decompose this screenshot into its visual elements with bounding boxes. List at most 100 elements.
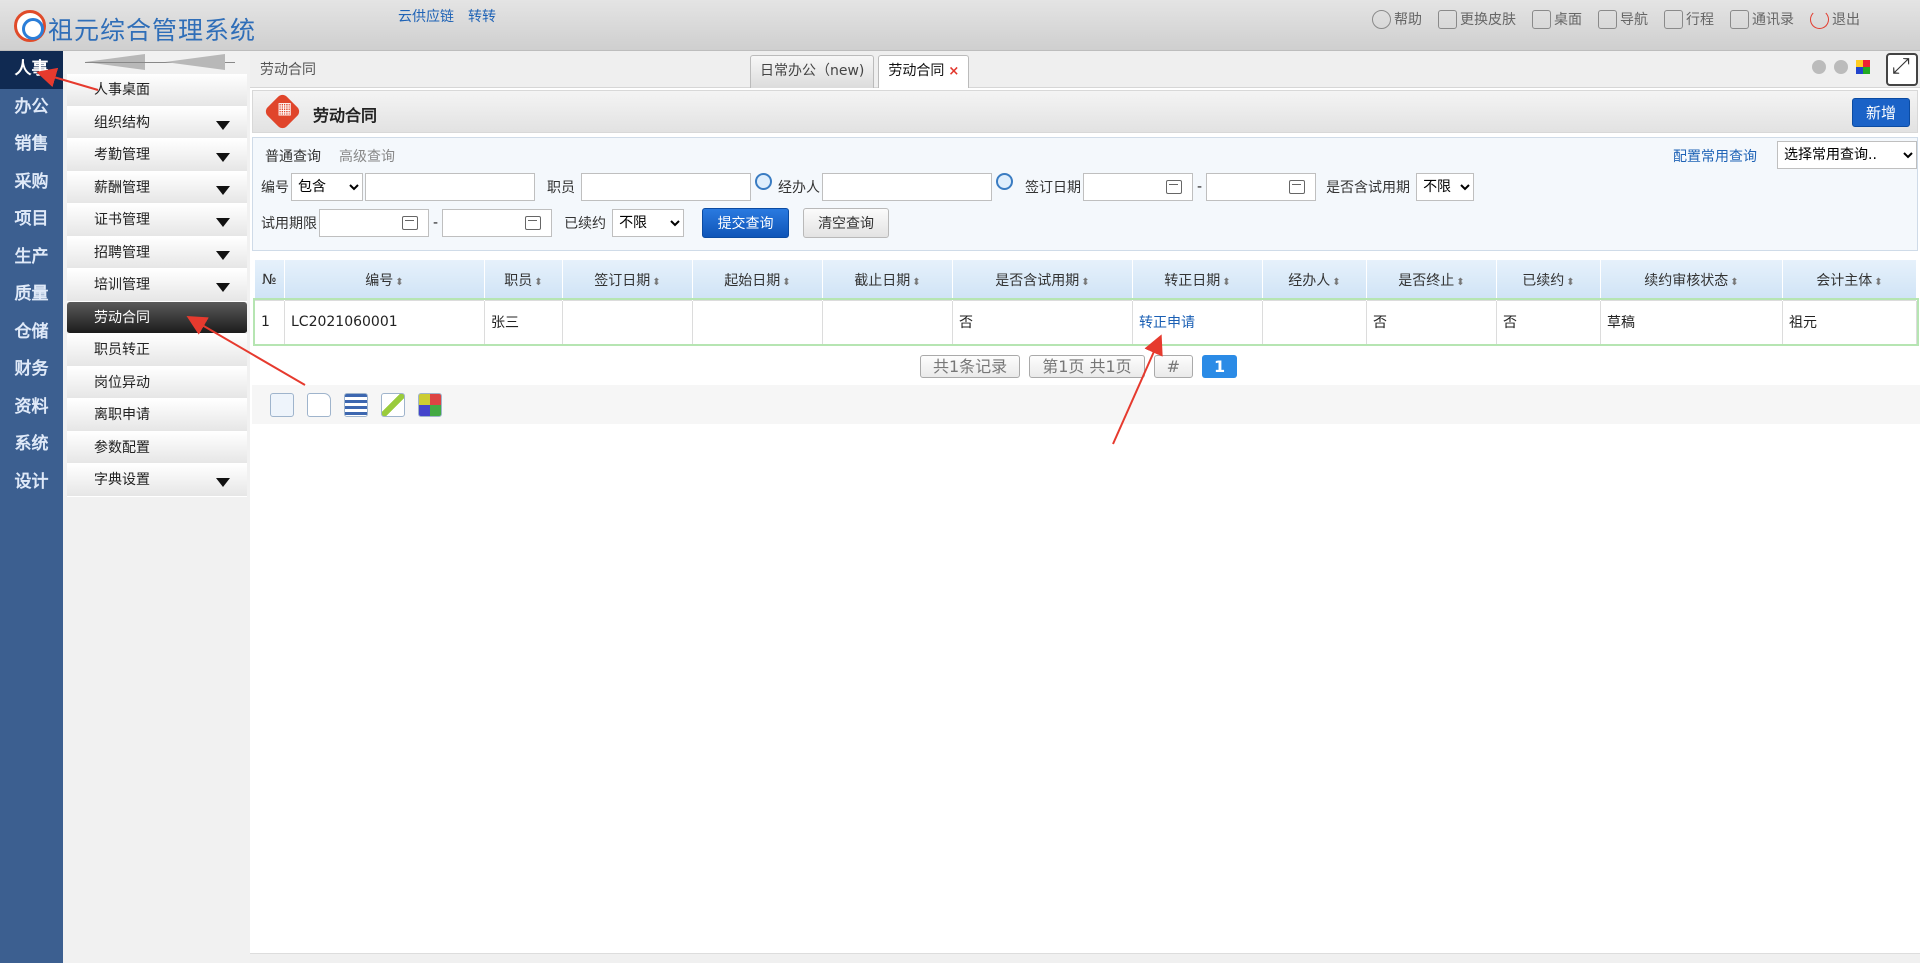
- trial-limit-end-field[interactable]: [442, 209, 553, 237]
- table-icon[interactable]: [344, 392, 368, 417]
- tab-labor-contract[interactable]: 劳动合同 ×: [878, 55, 970, 88]
- sort-icon[interactable]: ⬍: [1566, 277, 1574, 288]
- select-all-icon[interactable]: [270, 392, 294, 417]
- column-header[interactable]: 会计主体 ⬍: [1782, 260, 1917, 300]
- module-item[interactable]: 财务: [0, 351, 63, 389]
- clear-query-button[interactable]: 清空查询: [803, 208, 890, 238]
- submenu-item[interactable]: 人事桌面: [67, 74, 247, 107]
- sort-icon[interactable]: ⬍: [912, 277, 920, 288]
- sort-icon[interactable]: ⬍: [782, 277, 790, 288]
- top-action-power[interactable]: 退出: [1810, 9, 1860, 29]
- code-operator-select[interactable]: 包含: [291, 173, 363, 201]
- column-header[interactable]: 已续约 ⬍: [1496, 260, 1601, 300]
- sort-icon[interactable]: ⬍: [1874, 277, 1882, 288]
- top-action-grid[interactable]: 导航: [1598, 9, 1648, 29]
- submenu-item[interactable]: 参数配置: [67, 431, 247, 464]
- common-query-select[interactable]: 选择常用查询..: [1777, 141, 1917, 169]
- submenu-item[interactable]: 职员转正: [67, 334, 247, 367]
- module-item[interactable]: 系统: [0, 426, 63, 464]
- tab-advanced-query[interactable]: 高级查询: [339, 146, 395, 166]
- confirm-application-link[interactable]: 转正申请: [1132, 299, 1263, 345]
- module-item[interactable]: 设计: [0, 464, 63, 502]
- submenu-item[interactable]: 考勤管理: [67, 139, 247, 172]
- sort-icon[interactable]: ⬍: [1222, 277, 1230, 288]
- sort-icon[interactable]: ⬍: [1456, 277, 1464, 288]
- column-header[interactable]: 是否含试用期 ⬍: [952, 260, 1133, 300]
- module-item[interactable]: 销售: [0, 126, 63, 164]
- module-item[interactable]: 办公: [0, 89, 63, 127]
- submenu-item[interactable]: 岗位异动: [67, 366, 247, 399]
- tab-normal-query[interactable]: 普通查询: [265, 146, 321, 166]
- top-action-shirt[interactable]: 更换皮肤: [1438, 9, 1516, 29]
- submenu-item[interactable]: 招聘管理: [67, 236, 247, 269]
- code-input[interactable]: [365, 173, 535, 201]
- horizontal-scrollbar[interactable]: [250, 953, 1920, 963]
- employee-input[interactable]: [581, 173, 751, 201]
- top-link-zhuanzhuan[interactable]: 转转: [468, 6, 496, 26]
- calendar-icon[interactable]: [525, 216, 542, 230]
- module-item[interactable]: 人事: [0, 51, 63, 89]
- sign-date-start-field[interactable]: [1083, 173, 1193, 201]
- submenu-item[interactable]: 组织结构: [67, 106, 247, 139]
- close-icon[interactable]: ×: [948, 64, 959, 79]
- calendar-icon[interactable]: [1166, 180, 1182, 194]
- module-item[interactable]: 资料: [0, 389, 63, 427]
- tab-prev-icon[interactable]: [1812, 60, 1826, 74]
- submenu-item[interactable]: 证书管理: [67, 204, 247, 237]
- submenu-item[interactable]: 培训管理: [67, 269, 247, 302]
- column-header[interactable]: 起始日期 ⬍: [692, 260, 823, 300]
- column-header[interactable]: 经办人 ⬍: [1262, 260, 1367, 300]
- renewed-select[interactable]: 不限: [612, 209, 685, 237]
- fullscreen-icon[interactable]: [1886, 53, 1918, 86]
- trial-limit-start-field[interactable]: [319, 209, 429, 237]
- column-header[interactable]: 续约审核状态 ⬍: [1600, 260, 1783, 300]
- search-icon[interactable]: [996, 172, 1013, 190]
- column-header[interactable]: 职员 ⬍: [484, 260, 563, 300]
- sign-date-end-field[interactable]: [1206, 173, 1317, 201]
- sort-icon[interactable]: ⬍: [1730, 277, 1738, 288]
- top-link-supply-chain[interactable]: 云供应链: [398, 6, 454, 26]
- pager-jump[interactable]: #: [1153, 355, 1194, 378]
- column-header[interactable]: 截止日期 ⬍: [822, 260, 953, 300]
- column-header[interactable]: 转正日期 ⬍: [1132, 260, 1263, 300]
- column-header[interactable]: 是否终止 ⬍: [1366, 260, 1497, 300]
- trial-period-select[interactable]: 不限: [1416, 173, 1475, 201]
- module-item[interactable]: 仓储: [0, 314, 63, 352]
- calendar-icon[interactable]: [402, 216, 418, 230]
- document-icon[interactable]: [307, 392, 331, 417]
- tab-daily-office[interactable]: 日常办公（new): [750, 55, 875, 88]
- top-action-calendar[interactable]: 行程: [1664, 9, 1714, 29]
- top-action-home[interactable]: 桌面: [1532, 9, 1582, 29]
- submenu-item[interactable]: 字典设置: [67, 464, 247, 497]
- sort-icon[interactable]: ⬍: [534, 277, 542, 288]
- tab-menu-icon[interactable]: [1856, 60, 1870, 74]
- top-action-help[interactable]: 帮助: [1372, 9, 1422, 29]
- edit-icon[interactable]: [381, 392, 405, 417]
- plugin-icon[interactable]: [418, 392, 442, 417]
- search-icon[interactable]: [755, 172, 772, 190]
- column-header[interactable]: 签订日期 ⬍: [562, 260, 693, 300]
- top-action-contacts[interactable]: 通讯录: [1730, 9, 1794, 29]
- sort-icon[interactable]: ⬍: [395, 277, 403, 288]
- submenu-item[interactable]: 薪酬管理: [67, 171, 247, 204]
- pager-current-page[interactable]: 1: [1202, 355, 1238, 378]
- module-item[interactable]: 质量: [0, 276, 63, 314]
- sort-icon[interactable]: ⬍: [652, 277, 660, 288]
- submenu-item[interactable]: 离职申请: [67, 399, 247, 432]
- add-new-button[interactable]: 新增: [1852, 98, 1910, 127]
- submit-query-button[interactable]: 提交查询: [702, 208, 790, 238]
- module-item[interactable]: 项目: [0, 201, 63, 239]
- collapse-menu-handle[interactable]: [65, 51, 248, 74]
- column-header[interactable]: №: [254, 260, 285, 300]
- module-item[interactable]: 生产: [0, 239, 63, 277]
- submenu-item[interactable]: 劳动合同: [67, 301, 247, 334]
- handler-input[interactable]: [822, 173, 992, 201]
- table-row[interactable]: 1 LC2021060001 张三否转正申请否否草稿 祖元: [252, 298, 1919, 346]
- config-common-query-link[interactable]: 配置常用查询: [1673, 146, 1757, 166]
- sort-icon[interactable]: ⬍: [1081, 277, 1089, 288]
- sort-icon[interactable]: ⬍: [1332, 277, 1340, 288]
- tab-next-icon[interactable]: [1834, 60, 1848, 74]
- module-item[interactable]: 采购: [0, 164, 63, 202]
- column-header[interactable]: 编号 ⬍: [284, 260, 485, 300]
- calendar-icon[interactable]: [1289, 180, 1306, 194]
